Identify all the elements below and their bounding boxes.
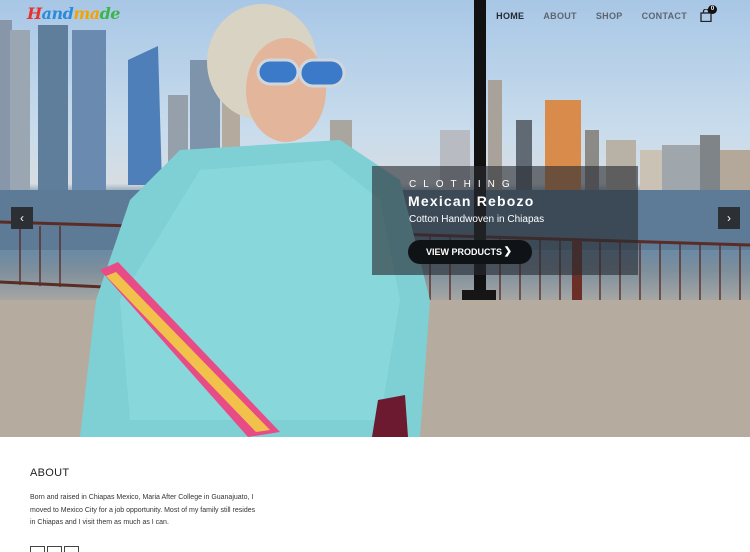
view-products-button[interactable]: VIEW PRODUCTS ❯ bbox=[408, 240, 532, 264]
site-logo[interactable]: Handmade bbox=[27, 4, 120, 23]
nav-contact[interactable]: CONTACT bbox=[642, 11, 687, 21]
nav-home[interactable]: HOME bbox=[496, 11, 524, 21]
main-nav: HOME ABOUT SHOP CONTACT bbox=[477, 11, 687, 21]
chevron-right-icon: › bbox=[727, 211, 731, 225]
nav-about[interactable]: ABOUT bbox=[543, 11, 577, 21]
view-products-label: VIEW PRODUCTS bbox=[426, 247, 503, 257]
gallery-thumbnails bbox=[30, 546, 79, 552]
slide-title: Mexican Rebozo bbox=[408, 193, 535, 209]
cart-count-badge: 0 bbox=[708, 5, 717, 14]
logo-part: and bbox=[41, 4, 74, 23]
slider-next-button[interactable]: › bbox=[718, 207, 740, 229]
gallery-thumbnail[interactable] bbox=[30, 546, 45, 552]
slide-category: CLOTHING bbox=[409, 179, 517, 190]
slide-caption: CLOTHING Mexican Rebozo Cotton Handwoven… bbox=[372, 166, 638, 275]
chevron-left-icon: ‹ bbox=[20, 211, 24, 225]
slide-subtitle: Cotton Handwoven in Chiapas bbox=[409, 214, 545, 225]
logo-part: H bbox=[27, 4, 42, 23]
about-text: Born and raised in Chiapas Mexico, Maria… bbox=[30, 494, 256, 526]
slider-prev-button[interactable]: ‹ bbox=[11, 207, 33, 229]
logo-part: ma bbox=[73, 4, 100, 23]
chevron-right-icon: ❯ bbox=[503, 246, 512, 257]
about-heading: ABOUT bbox=[30, 467, 70, 479]
gallery-thumbnail[interactable] bbox=[64, 546, 79, 552]
hero-slider: Handmade HOME ABOUT SHOP CONTACT 0 ‹ › C… bbox=[0, 0, 750, 437]
gallery-thumbnail[interactable] bbox=[47, 546, 62, 552]
logo-part: de bbox=[99, 4, 121, 23]
nav-shop[interactable]: SHOP bbox=[596, 11, 623, 21]
